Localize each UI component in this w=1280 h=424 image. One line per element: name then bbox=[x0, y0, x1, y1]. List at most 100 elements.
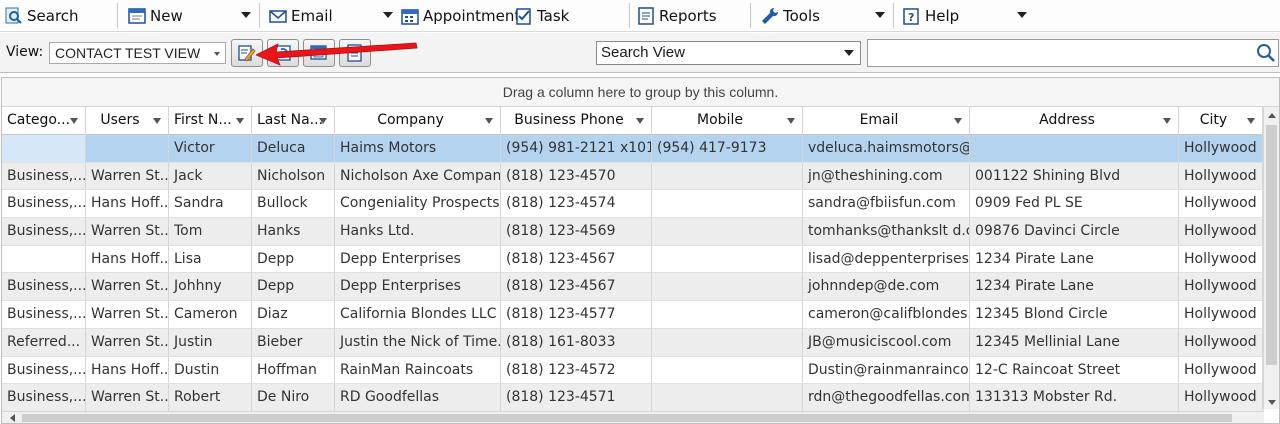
table-cell bbox=[652, 301, 803, 328]
delete-view-button[interactable] bbox=[339, 39, 371, 67]
toolbar-separator bbox=[629, 3, 630, 28]
tools-dropdown-caret[interactable] bbox=[875, 12, 885, 18]
toolbar-task-button[interactable]: Task bbox=[515, 0, 569, 31]
table-row[interactable]: Business,... Warren St... Jack Nicholson Nic… bbox=[2, 162, 1264, 191]
calendar-icon bbox=[401, 8, 419, 25]
table-cell: Robert bbox=[169, 384, 252, 411]
toolbar-email-button[interactable]: Email bbox=[269, 0, 333, 31]
table-cell bbox=[652, 245, 803, 273]
edit-view-button[interactable] bbox=[231, 39, 263, 67]
copy-view-button[interactable] bbox=[303, 39, 335, 67]
view-label: View: bbox=[6, 44, 44, 60]
column-header[interactable]: Business Phone bbox=[501, 107, 652, 135]
toolbar-reports-label: Reports bbox=[659, 6, 717, 25]
table-cell: Hollywood bbox=[1179, 328, 1263, 356]
table-row[interactable]: Business,... Warren St... Johhny Depp Depp E… bbox=[2, 273, 1264, 302]
table-row[interactable]: Victor Deluca Haims Motors (954) 981-2121 x… bbox=[2, 135, 1264, 163]
chevron-down-icon bbox=[844, 50, 854, 56]
column-header[interactable]: First N... bbox=[169, 107, 252, 135]
scroll-left-icon[interactable] bbox=[10, 414, 15, 422]
filter-icon[interactable] bbox=[636, 118, 644, 124]
column-header[interactable]: Address bbox=[970, 107, 1179, 135]
table-cell: Dustin bbox=[169, 356, 252, 384]
toolbar-new-button[interactable]: New bbox=[128, 0, 183, 31]
table-row[interactable]: Referred... Warren St... Justin Bieber Justi… bbox=[2, 328, 1264, 357]
table-row[interactable]: Business,... Warren St... Robert De Niro RD … bbox=[2, 384, 1264, 412]
table-row[interactable]: Business,... Warren St... Tom Hanks Hanks Lt… bbox=[2, 218, 1264, 246]
group-by-panel[interactable]: Drag a column here to group by this colu… bbox=[2, 78, 1279, 107]
column-header-label: Company bbox=[377, 112, 444, 128]
scroll-thumb[interactable] bbox=[1266, 125, 1277, 365]
table-cell: 131313 Mobster Rd. bbox=[970, 384, 1179, 411]
column-header[interactable]: Last Na... bbox=[252, 107, 335, 135]
grid-body: Victor Deluca Haims Motors (954) 981-2121 x… bbox=[2, 135, 1264, 412]
table-cell: Hanks Ltd. bbox=[335, 218, 501, 245]
toolbar-help-button[interactable]: ? Help bbox=[903, 0, 959, 31]
search-view-select[interactable]: Search View bbox=[596, 41, 861, 65]
table-row[interactable]: Business,... Warren St... Cameron Diaz Calif… bbox=[2, 301, 1264, 329]
scroll-up-icon[interactable] bbox=[1268, 113, 1276, 118]
filter-icon[interactable] bbox=[1247, 118, 1255, 124]
filter-icon[interactable] bbox=[1163, 118, 1171, 124]
scroll-thumb[interactable] bbox=[22, 414, 1232, 422]
table-cell: RainMan Raincoats bbox=[335, 356, 501, 384]
column-header[interactable]: Email bbox=[803, 107, 970, 135]
filter-icon[interactable] bbox=[70, 118, 78, 124]
filter-icon[interactable] bbox=[153, 118, 161, 124]
view-select[interactable]: CONTACT TEST VIEW bbox=[49, 42, 226, 64]
main-toolbar: Search New Email Appointment Task Report… bbox=[0, 0, 1280, 32]
filter-icon[interactable] bbox=[485, 118, 493, 124]
table-cell: Hollywood bbox=[1179, 190, 1263, 218]
table-cell: Victor bbox=[169, 135, 252, 162]
filter-icon[interactable] bbox=[319, 118, 327, 124]
column-header-label: Business Phone bbox=[514, 112, 624, 128]
table-cell: Hans Hoff... bbox=[86, 356, 169, 384]
scroll-down-icon[interactable] bbox=[1268, 400, 1276, 405]
table-cell: Hans Hoff... bbox=[86, 190, 169, 218]
refresh-view-button[interactable] bbox=[267, 39, 299, 67]
column-header[interactable]: Mobile bbox=[652, 107, 803, 135]
table-cell: 1234 Pirate Lane bbox=[970, 245, 1179, 273]
table-cell: Lisa bbox=[169, 245, 252, 273]
table-cell: Nicholson Axe Company bbox=[335, 162, 501, 190]
toolbar-help-label: Help bbox=[925, 6, 960, 25]
horizontal-scrollbar[interactable] bbox=[2, 411, 1264, 423]
column-header[interactable]: Company bbox=[335, 107, 501, 135]
reports-icon bbox=[638, 6, 654, 25]
search-input[interactable] bbox=[867, 39, 1279, 67]
table-cell: Warren St... bbox=[86, 328, 169, 356]
table-cell: Haims Motors bbox=[335, 135, 501, 162]
vertical-scrollbar[interactable] bbox=[1263, 107, 1279, 409]
toolbar-appointment-label: Appointment bbox=[423, 6, 521, 25]
column-header[interactable]: City bbox=[1179, 107, 1263, 135]
email-icon bbox=[269, 9, 287, 23]
toolbar-tools-button[interactable]: Tools bbox=[761, 0, 820, 31]
table-row[interactable]: Business,... Hans Hoff... Sandra Bullock Con… bbox=[2, 190, 1264, 219]
svg-text:?: ? bbox=[908, 11, 914, 24]
table-cell bbox=[652, 328, 803, 356]
email-dropdown-caret[interactable] bbox=[383, 12, 393, 18]
table-cell: (818) 123-4571 bbox=[501, 384, 652, 411]
table-cell: Hanks bbox=[252, 218, 335, 245]
filter-icon[interactable] bbox=[236, 118, 244, 124]
table-row[interactable]: Hans Hoff... Lisa Depp Depp Enterprises (818… bbox=[2, 245, 1264, 274]
table-cell: Business,... bbox=[2, 356, 86, 384]
table-cell: Johhny bbox=[169, 273, 252, 301]
column-header[interactable]: Users bbox=[86, 107, 169, 135]
new-dropdown-caret[interactable] bbox=[241, 12, 251, 18]
filter-icon[interactable] bbox=[954, 118, 962, 124]
toolbar-reports-button[interactable]: Reports bbox=[637, 0, 717, 31]
contacts-grid: Drag a column here to group by this colu… bbox=[1, 77, 1280, 424]
column-header-label: Mobile bbox=[697, 112, 743, 128]
table-cell: (818) 123-4572 bbox=[501, 356, 652, 384]
refresh-icon bbox=[275, 45, 291, 61]
toolbar-search-button[interactable]: Search bbox=[5, 0, 79, 31]
toolbar-appointment-button[interactable]: Appointment bbox=[401, 0, 520, 31]
toolbar-tools-label: Tools bbox=[783, 6, 820, 25]
help-dropdown-caret[interactable] bbox=[1017, 12, 1027, 18]
table-cell: 0909 Fed PL SE bbox=[970, 190, 1179, 218]
column-header[interactable]: Catego... bbox=[2, 107, 86, 135]
search-icon[interactable] bbox=[1256, 43, 1276, 63]
filter-icon[interactable] bbox=[787, 118, 795, 124]
table-row[interactable]: Business,... Hans Hoff... Dustin Hoffman Rai… bbox=[2, 356, 1264, 385]
